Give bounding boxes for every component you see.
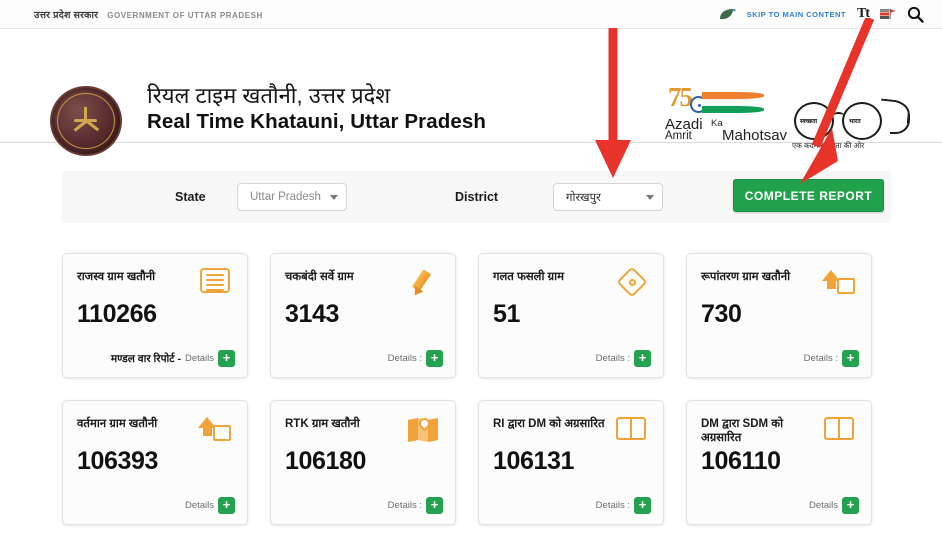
card-title: वर्तमान ग्राम खतौनी (77, 418, 158, 430)
azadi-ka-amrit-mahotsav-logo: 75 Azadi Amrit Ka Mahotsav (664, 82, 787, 150)
azadi-text-ka: Ka (711, 118, 723, 129)
list-icon (200, 268, 234, 298)
stats-cards-grid: राजस्व ग्राम खतौनी 110266 मण्डल वार रिपो… (62, 253, 891, 547)
card-expand-button[interactable]: + (426, 497, 443, 514)
card-value: 106180 (285, 447, 367, 475)
stat-card[interactable]: गलत फसली ग्राम 51 Details : + (478, 253, 664, 378)
card-footer: Details + (185, 497, 235, 514)
glasses-arm-lower-icon (890, 114, 910, 134)
card-details-label[interactable]: Details (185, 500, 214, 511)
up-government-emblem-icon (45, 84, 127, 156)
card-value: 106110 (701, 447, 781, 475)
leaf-icon (719, 8, 736, 21)
card-expand-button[interactable]: + (842, 350, 859, 367)
stat-card[interactable]: राजस्व ग्राम खतौनी 110266 मण्डल वार रिपो… (62, 253, 248, 378)
card-expand-button[interactable]: + (634, 350, 651, 367)
swachh-lens-right-text: भारत (848, 117, 862, 125)
gov-name-english: GOVERNMENT OF UTTAR PRADESH (107, 10, 263, 20)
swachh-caption: एक कदम स्वच्छता की ओर (792, 141, 865, 150)
pencil-icon (408, 268, 442, 299)
card-details-label[interactable]: Details : (804, 353, 838, 364)
skip-to-main-content-link[interactable]: SKIP TO MAIN CONTENT (747, 10, 846, 19)
swachh-lens-left-text: स्वच्छता (799, 117, 819, 125)
site-title-block: रियल टाइम खतौनी, उत्तर प्रदेश Real Time … (147, 83, 486, 135)
card-value: 106131 (493, 447, 575, 475)
diamond-node-icon (616, 266, 650, 298)
card-footer: Details : + (804, 350, 859, 367)
glasses-bridge-icon (833, 112, 844, 119)
card-title: राजस्व ग्राम खतौनी (77, 271, 156, 283)
stats-card-row-1: राजस्व ग्राम खतौनी 110266 मण्डल वार रिपो… (62, 253, 891, 378)
stat-card[interactable]: वर्तमान ग्राम खतौनी 106393 Details + (62, 400, 248, 525)
card-title: चकबंदी सर्वे ग्राम (285, 271, 354, 283)
page-root: उत्तर प्रदेश सरकार GOVERNMENT OF UTTAR P… (0, 0, 942, 549)
chevron-down-icon (330, 194, 338, 200)
card-details-label[interactable]: Details (809, 500, 838, 511)
card-footer: Details : + (596, 350, 651, 367)
district-select[interactable]: गोरखपुर (553, 183, 663, 211)
complete-report-button[interactable]: COMPLETE REPORT (733, 179, 884, 212)
book-icon (824, 415, 858, 445)
page-title-hindi: रियल टाइम खतौनी, उत्तर प्रदेश (147, 83, 391, 108)
state-select-value: Uttar Pradesh (250, 191, 321, 203)
district-select-value: गोरखपुर (566, 191, 601, 204)
card-expand-button[interactable]: + (218, 350, 235, 367)
filter-bar: State Uttar Pradesh District गोरखपुर COM… (62, 171, 891, 223)
language-flag-icon[interactable] (880, 8, 896, 21)
stat-card[interactable]: RTK ग्राम खतौनी 106180 Details : + (270, 400, 456, 525)
card-expand-button[interactable]: + (634, 497, 651, 514)
card-title: RI द्वारा DM को अग्रसारित (493, 418, 605, 430)
card-title: रूपांतरण ग्राम खतौनी (701, 271, 791, 283)
page-title-english: Real Time Khatauni, Uttar Pradesh (147, 109, 486, 133)
state-label: State (175, 190, 206, 204)
map-pin-icon (408, 415, 442, 445)
card-value: 110266 (77, 300, 157, 328)
card-footer: मण्डल वार रिपोर्ट - Details + (111, 350, 235, 367)
card-details-label[interactable]: Details : (388, 353, 422, 364)
azadi-text-line2: Amrit (665, 130, 692, 142)
stat-card[interactable]: चकबंदी सर्वे ग्राम 3143 Details : + (270, 253, 456, 378)
page-bottom-strip (0, 545, 942, 549)
card-title: गलत फसली ग्राम (493, 271, 564, 283)
swachh-bharat-logo: स्वच्छता भारत एक कदम स्वच्छता की ओर (790, 84, 914, 150)
top-utility-bar: उत्तर प्रदेश सरकार GOVERNMENT OF UTTAR P… (0, 0, 942, 29)
district-label: District (455, 190, 499, 204)
stat-card[interactable]: रूपांतरण ग्राम खतौनी 730 Details : + (686, 253, 872, 378)
card-note: मण्डल वार रिपोर्ट - (110, 352, 181, 365)
card-value: 730 (701, 300, 742, 328)
card-footer: Details + (809, 497, 859, 514)
card-title: RTK ग्राम खतौनी (285, 418, 360, 430)
card-value: 106393 (77, 447, 159, 475)
text-size-icon[interactable]: Tt (857, 7, 870, 21)
card-expand-button[interactable]: + (218, 497, 235, 514)
search-icon[interactable] (907, 6, 924, 23)
card-expand-button[interactable]: + (842, 497, 859, 514)
card-value: 51 (493, 300, 521, 328)
indian-flag-icon (702, 92, 764, 118)
government-branding: उत्तर प्रदेश सरकार GOVERNMENT OF UTTAR P… (34, 8, 263, 21)
stat-card[interactable]: DM द्वारा SDM को अग्रसारित 106110 Detail… (686, 400, 872, 525)
convert-icon (198, 415, 234, 445)
card-details-label[interactable]: Details : (596, 500, 630, 511)
chevron-down-icon (646, 194, 654, 200)
state-select[interactable]: Uttar Pradesh (237, 183, 347, 211)
site-header: रियल टाइम खतौनी, उत्तर प्रदेश Real Time … (0, 29, 942, 156)
top-utility-actions: SKIP TO MAIN CONTENT Tt (719, 6, 924, 23)
card-details-label[interactable]: Details : (596, 353, 630, 364)
card-details-label[interactable]: Details (185, 353, 214, 364)
convert-icon (822, 268, 858, 298)
card-footer: Details : + (596, 497, 651, 514)
card-expand-button[interactable]: + (426, 350, 443, 367)
card-title: DM द्वारा SDM को अग्रसारित (701, 418, 784, 445)
azadi-75-number: 75 (668, 82, 693, 112)
card-details-label[interactable]: Details : (388, 500, 422, 511)
book-icon (616, 415, 650, 445)
stats-card-row-2: वर्तमान ग्राम खतौनी 106393 Details + RTK… (62, 400, 891, 525)
card-value: 3143 (285, 300, 340, 328)
stat-card[interactable]: RI द्वारा DM को अग्रसारित 106131 Details… (478, 400, 664, 525)
gov-name-hindi: उत्तर प्रदेश सरकार (34, 9, 99, 21)
card-footer: Details : + (388, 350, 443, 367)
card-footer: Details : + (388, 497, 443, 514)
azadi-text-mahotsav: Mahotsav (722, 127, 788, 144)
